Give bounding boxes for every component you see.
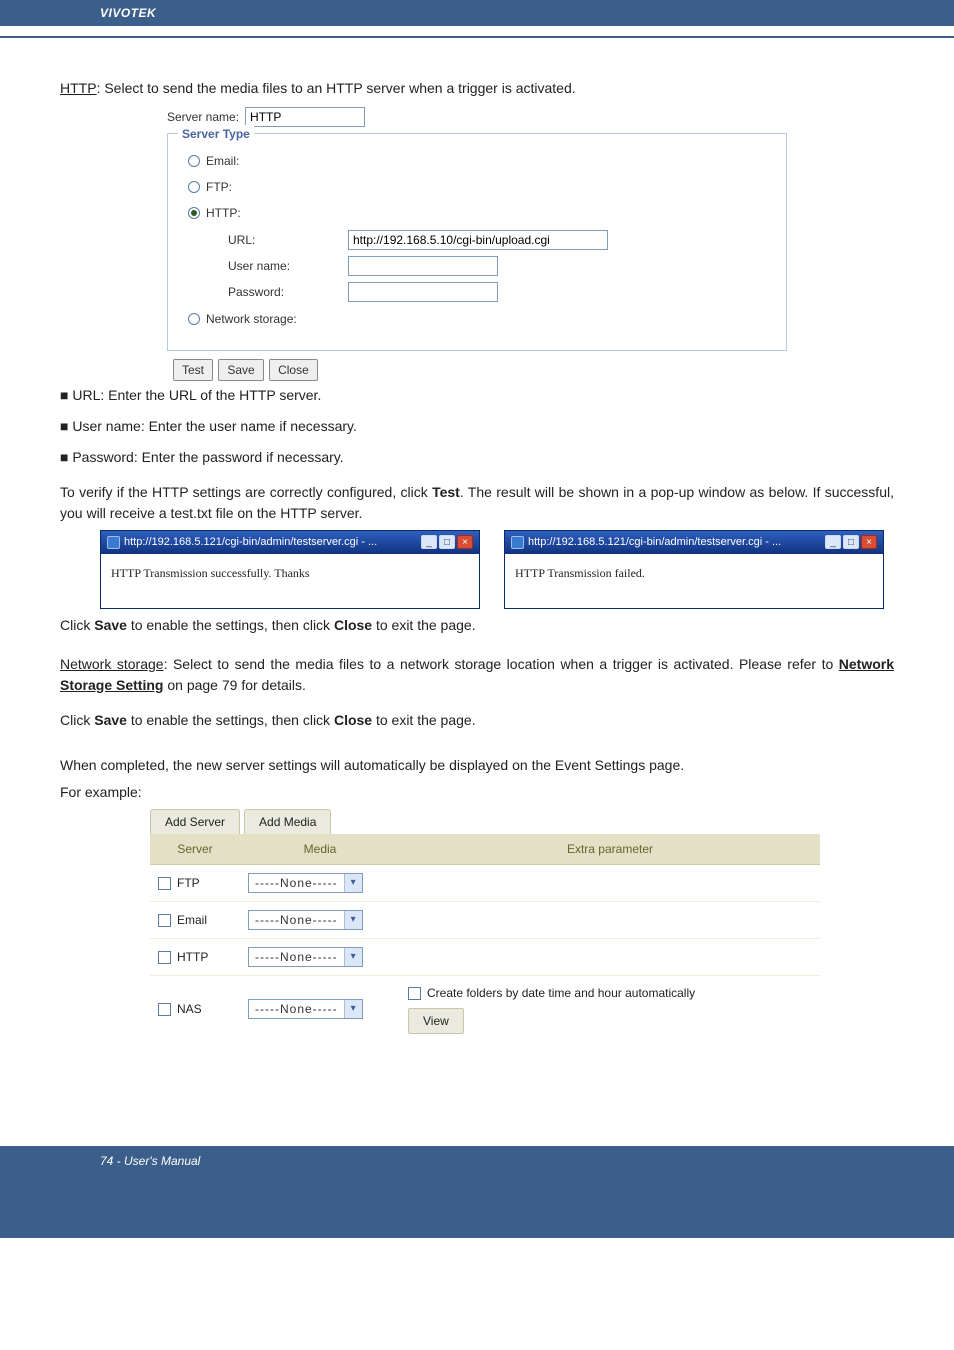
server-media-table: Server Media Extra parameter FTP -----No… — [150, 834, 820, 1042]
save-line-close: Close — [334, 617, 372, 633]
maximize-icon[interactable]: □ — [843, 535, 859, 549]
ftp-radio-row[interactable]: FTP: — [188, 178, 772, 196]
save-line2-close: Close — [334, 712, 372, 728]
close-button[interactable]: Close — [269, 359, 318, 381]
http-intro-text: : Select to send the media files to an H… — [97, 80, 576, 96]
test-button[interactable]: Test — [173, 359, 213, 381]
row-http-label: HTTP — [177, 950, 208, 964]
select-value: -----None----- — [249, 948, 344, 966]
popup-fail: http://192.168.5.121/cgi-bin/admin/tests… — [504, 530, 884, 609]
add-media-tab[interactable]: Add Media — [244, 809, 331, 834]
popup-success-title: http://192.168.5.121/cgi-bin/admin/tests… — [124, 534, 377, 551]
password-label: Password: — [228, 283, 348, 301]
save-line-save: Save — [94, 617, 127, 633]
username-input[interactable] — [348, 256, 498, 276]
col-server: Server — [150, 834, 240, 865]
table-row: HTTP -----None----- ▾ — [150, 938, 820, 975]
email-checkbox[interactable] — [158, 914, 171, 927]
select-value: -----None----- — [249, 1000, 344, 1018]
nas-media-select[interactable]: -----None----- ▾ — [248, 999, 363, 1019]
row-email-label: Email — [177, 913, 207, 927]
ftp-media-select[interactable]: -----None----- ▾ — [248, 873, 363, 893]
radio-icon — [188, 207, 200, 219]
bullet-pass: ■ Password: Enter the password if necess… — [60, 447, 894, 468]
radio-icon — [188, 313, 200, 325]
save-line2-mid: to enable the settings, then click — [127, 712, 334, 728]
http-media-select[interactable]: -----None----- ▾ — [248, 947, 363, 967]
table-row: FTP -----None----- ▾ — [150, 864, 820, 901]
save-line2-post: to exit the page. — [372, 712, 476, 728]
email-radio-row[interactable]: Email: — [188, 152, 772, 170]
popup-fail-body: HTTP Transmission failed. — [505, 554, 883, 608]
popup-success: http://192.168.5.121/cgi-bin/admin/tests… — [100, 530, 480, 609]
close-icon[interactable]: × — [861, 535, 877, 549]
url-label: URL: — [228, 231, 348, 249]
http-radio-label: HTTP: — [206, 204, 241, 222]
chevron-down-icon: ▾ — [344, 911, 362, 929]
username-label: User name: — [228, 257, 348, 275]
radio-icon — [188, 181, 200, 193]
chevron-down-icon: ▾ — [344, 948, 362, 966]
server-type-legend: Server Type — [178, 125, 254, 143]
row-nas-label: NAS — [177, 1002, 202, 1016]
url-input[interactable] — [348, 230, 608, 250]
ie-icon — [107, 536, 120, 549]
http-heading: HTTP — [60, 80, 97, 96]
password-input[interactable] — [348, 282, 498, 302]
row-ftp-label: FTP — [177, 876, 200, 890]
ie-icon — [511, 536, 524, 549]
verify-test-word: Test — [432, 484, 460, 500]
radio-icon — [188, 155, 200, 167]
nas-autofolders-checkbox[interactable] — [408, 987, 421, 1000]
network-storage-radio-label: Network storage: — [206, 310, 297, 328]
chevron-down-icon: ▾ — [344, 1000, 362, 1018]
ns-text1: : Select to send the media files to a ne… — [164, 656, 839, 672]
network-storage-radio-row[interactable]: Network storage: — [188, 310, 772, 328]
server-dialog: Server name: Server Type Email: FTP: HTT… — [167, 107, 787, 381]
ftp-radio-label: FTP: — [206, 178, 232, 196]
ns-heading: Network storage — [60, 656, 164, 672]
col-media: Media — [240, 834, 400, 865]
save-line-mid: to enable the settings, then click — [127, 617, 334, 633]
server-name-label: Server name: — [167, 108, 239, 126]
save-button[interactable]: Save — [218, 359, 263, 381]
save-line2-save: Save — [94, 712, 127, 728]
popup-success-body: HTTP Transmission successfully. Thanks — [101, 554, 479, 608]
http-checkbox[interactable] — [158, 951, 171, 964]
table-row: NAS -----None----- ▾ Create folders by d… — [150, 975, 820, 1042]
col-extra: Extra parameter — [400, 834, 820, 865]
email-radio-label: Email: — [206, 152, 239, 170]
save-line2-pre: Click — [60, 712, 94, 728]
chevron-down-icon: ▾ — [344, 874, 362, 892]
completed-line: When completed, the new server settings … — [60, 755, 894, 776]
save-line-pre: Click — [60, 617, 94, 633]
email-media-select[interactable]: -----None----- ▾ — [248, 910, 363, 930]
close-icon[interactable]: × — [457, 535, 473, 549]
nas-checkbox[interactable] — [158, 1003, 171, 1016]
ns-text2: on page 79 for details. — [163, 677, 305, 693]
server-name-input[interactable] — [245, 107, 365, 127]
bullet-user: ■ User name: Enter the user name if nece… — [60, 416, 894, 437]
page-brand: VIVOTEK — [100, 6, 156, 20]
table-row: Email -----None----- ▾ — [150, 901, 820, 938]
minimize-icon[interactable]: _ — [825, 535, 841, 549]
add-server-tab[interactable]: Add Server — [150, 809, 240, 834]
select-value: -----None----- — [249, 911, 344, 929]
for-example: For example: — [60, 782, 894, 803]
view-button[interactable]: View — [408, 1008, 464, 1034]
maximize-icon[interactable]: □ — [439, 535, 455, 549]
http-radio-row[interactable]: HTTP: — [188, 204, 772, 222]
minimize-icon[interactable]: _ — [421, 535, 437, 549]
page-footer: 74 - User's Manual — [100, 1154, 200, 1168]
verify-pre: To verify if the HTTP settings are corre… — [60, 484, 432, 500]
ftp-checkbox[interactable] — [158, 877, 171, 890]
bullet-url: ■ URL: Enter the URL of the HTTP server. — [60, 385, 894, 406]
nas-extra-label: Create folders by date time and hour aut… — [427, 986, 695, 1000]
popup-fail-title: http://192.168.5.121/cgi-bin/admin/tests… — [528, 534, 781, 551]
save-line-post: to exit the page. — [372, 617, 476, 633]
select-value: -----None----- — [249, 874, 344, 892]
